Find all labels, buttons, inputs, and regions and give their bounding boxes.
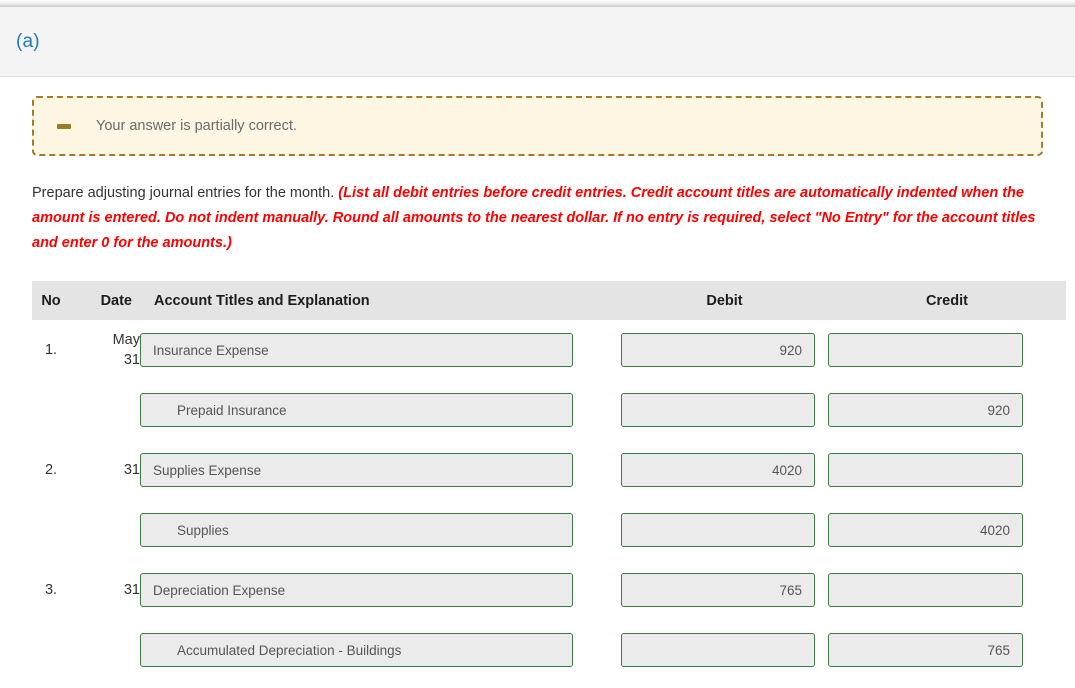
column-header-credit: Credit: [828, 281, 1066, 320]
credit-input[interactable]: [828, 453, 1023, 487]
row-date: [70, 380, 140, 440]
part-header: (a): [0, 7, 1075, 77]
partially-correct-alert: Your answer is partially correct.: [32, 96, 1043, 156]
credit-cell: 920: [828, 380, 1066, 440]
row-number: 2.: [44, 462, 58, 478]
account-title-cell: Supplies: [140, 500, 621, 560]
credit-cell: 4020: [828, 500, 1066, 560]
column-header-debit: Debit: [621, 281, 828, 320]
account-title-cell: Prepaid Insurance: [140, 380, 621, 440]
account-title-input[interactable]: Accumulated Depreciation - Buildings: [140, 633, 573, 667]
journal-row: Supplies 4020: [32, 500, 1066, 560]
account-title-input[interactable]: Prepaid Insurance: [140, 393, 573, 427]
row-date: [70, 620, 140, 680]
credit-cell: [828, 320, 1066, 380]
column-header-date: Date: [70, 281, 140, 320]
debit-cell: [621, 500, 828, 560]
account-title-input[interactable]: Supplies Expense: [140, 453, 573, 487]
credit-input[interactable]: [828, 573, 1023, 607]
debit-input[interactable]: 765: [621, 573, 815, 607]
debit-cell: 765: [621, 560, 828, 620]
journal-row: 1. May 31 Insurance Expense 920: [32, 320, 1066, 380]
account-title-input[interactable]: Depreciation Expense: [140, 573, 573, 607]
debit-input[interactable]: [621, 513, 815, 547]
credit-cell: [828, 560, 1066, 620]
debit-input[interactable]: 920: [621, 333, 815, 367]
instructions-lead: Prepare adjusting journal entries for th…: [32, 185, 335, 201]
row-date: 31: [70, 560, 140, 620]
debit-input[interactable]: [621, 633, 815, 667]
credit-cell: [828, 440, 1066, 500]
credit-input[interactable]: [828, 333, 1023, 367]
account-title-input[interactable]: Insurance Expense: [140, 333, 573, 367]
panel-top-edge: [0, 0, 1075, 7]
debit-cell: [621, 380, 828, 440]
column-header-no: No: [32, 281, 70, 320]
journal-row: 3. 31 Depreciation Expense 765: [32, 560, 1066, 620]
row-date-day: 31: [123, 462, 140, 478]
instructions: Prepare adjusting journal entries for th…: [32, 181, 1040, 256]
account-title-cell: Insurance Expense: [140, 320, 621, 380]
journal-table-head: No Date Account Titles and Explanation D…: [32, 281, 1066, 320]
row-date: [70, 500, 140, 560]
minus-icon: [57, 123, 71, 129]
row-number: 1.: [44, 342, 58, 358]
account-title-input[interactable]: Supplies: [140, 513, 573, 547]
part-label: (a): [16, 31, 40, 52]
journal-row: Accumulated Depreciation - Buildings 765: [32, 620, 1066, 680]
account-title-cell: Accumulated Depreciation - Buildings: [140, 620, 621, 680]
account-title-cell: Depreciation Expense: [140, 560, 621, 620]
alert-message: Your answer is partially correct.: [96, 118, 297, 134]
account-title-cell: Supplies Expense: [140, 440, 621, 500]
credit-input[interactable]: 920: [828, 393, 1023, 427]
credit-cell: 765: [828, 620, 1066, 680]
journal-header-row: No Date Account Titles and Explanation D…: [32, 281, 1066, 320]
journal-table-body: 1. May 31 Insurance Expense 920 Prepaid Insur…: [32, 320, 1066, 680]
credit-input[interactable]: 4020: [828, 513, 1023, 547]
debit-cell: 920: [621, 320, 828, 380]
row-date: May 31: [70, 320, 140, 380]
row-number: 3.: [44, 582, 58, 598]
debit-cell: [621, 620, 828, 680]
debit-input[interactable]: 4020: [621, 453, 815, 487]
credit-input[interactable]: 765: [828, 633, 1023, 667]
journal-row: 2. 31 Supplies Expense 4020: [32, 440, 1066, 500]
row-date-month: May: [112, 332, 140, 348]
row-number: [32, 620, 70, 680]
row-number: [32, 500, 70, 560]
journal-entry-table: No Date Account Titles and Explanation D…: [32, 281, 1066, 680]
row-date: 31: [70, 440, 140, 500]
row-number: [32, 380, 70, 440]
row-date-day: 31: [123, 582, 140, 598]
debit-input[interactable]: [621, 393, 815, 427]
journal-row: Prepaid Insurance 920: [32, 380, 1066, 440]
debit-cell: 4020: [621, 440, 828, 500]
column-header-account: Account Titles and Explanation: [140, 281, 621, 320]
row-date-day: 31: [123, 352, 140, 368]
